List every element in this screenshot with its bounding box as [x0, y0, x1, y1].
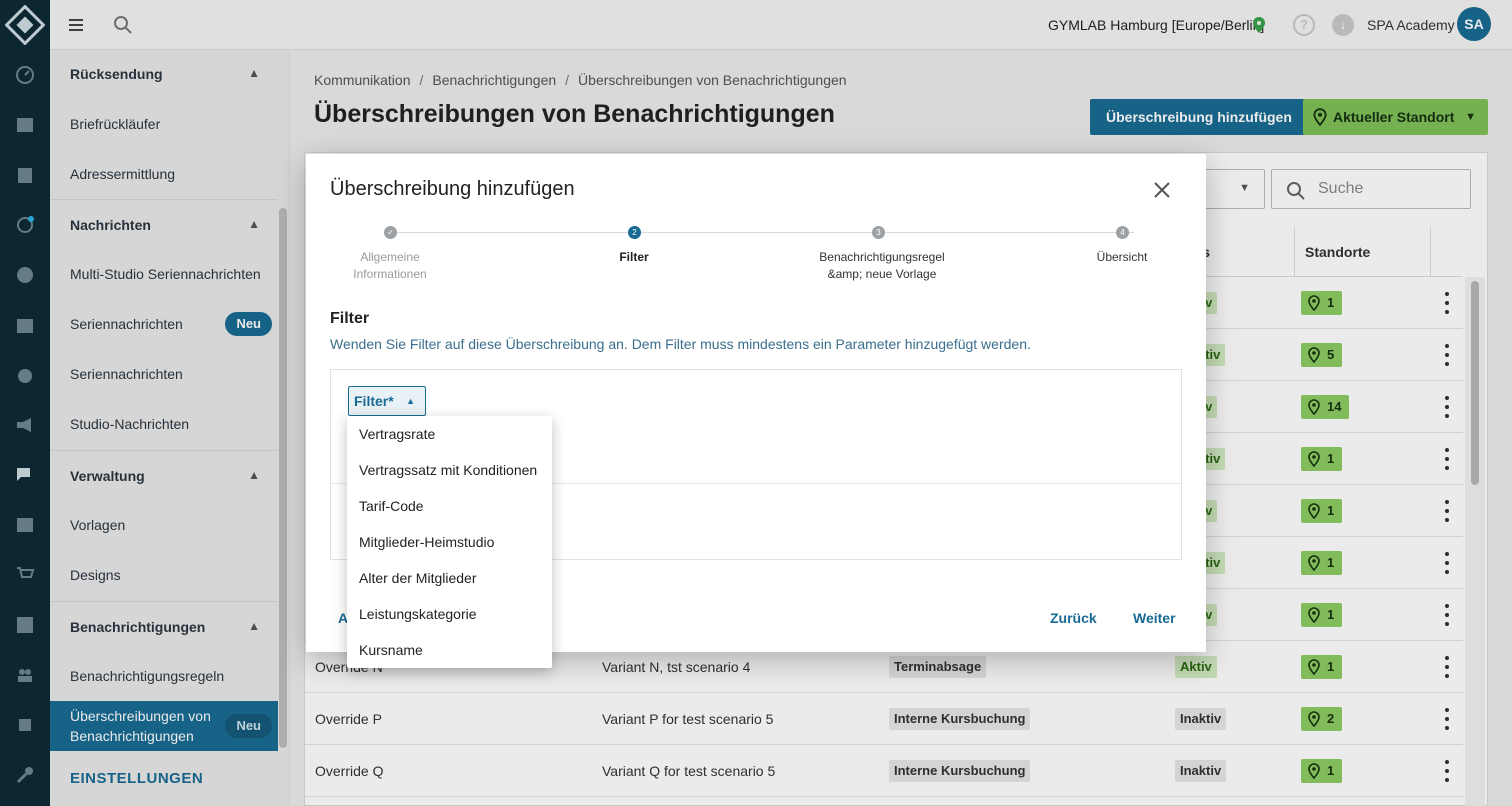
- menu-item-heimstudio[interactable]: Mitglieder-Heimstudio: [347, 524, 552, 560]
- step-2-dot: 2: [628, 226, 641, 239]
- stepper-line: [396, 232, 1134, 233]
- step-label-line: Informationen: [353, 267, 427, 281]
- filter-section-description: Wenden Sie Filter auf diese Überschreibu…: [330, 336, 1031, 352]
- close-icon[interactable]: [1150, 178, 1174, 202]
- step-label-line: Übersicht: [1096, 250, 1148, 264]
- step-4-dot: 4: [1116, 226, 1129, 239]
- next-button[interactable]: Weiter: [1133, 610, 1176, 626]
- menu-item-vertragsrate[interactable]: Vertragsrate: [347, 416, 552, 452]
- menu-item-tarif-code[interactable]: Tarif-Code: [347, 488, 552, 524]
- step-label-line: &amp; neue Vorlage: [827, 267, 937, 281]
- menu-item-vertragssatz[interactable]: Vertragssatz mit Konditionen: [347, 452, 552, 488]
- filter-button-label: Filter*: [354, 393, 394, 409]
- step-1-check-icon: ✓: [384, 226, 397, 239]
- back-button[interactable]: Zurück: [1050, 610, 1097, 626]
- step-label-line: Filter: [619, 250, 649, 264]
- step-3-label: Benachrichtigungsregel &amp; neue Vorlag…: [802, 249, 962, 283]
- step-4-label: Übersicht: [1042, 249, 1202, 266]
- step-2-label: Filter: [554, 249, 714, 266]
- step-3-dot: 3: [872, 226, 885, 239]
- step-label-line: Benachrichtigungsregel: [819, 250, 945, 264]
- caret-up-icon: ▲: [406, 396, 415, 406]
- step-1-label: Allgemeine Informationen: [310, 249, 470, 283]
- filter-options-menu: Vertragsrate Vertragssatz mit Konditione…: [347, 416, 552, 668]
- dialog-title: Überschreibung hinzufügen: [330, 178, 575, 200]
- filter-section-title: Filter: [330, 310, 370, 327]
- menu-item-kursname[interactable]: Kursname: [347, 632, 552, 668]
- menu-item-alter[interactable]: Alter der Mitglieder: [347, 560, 552, 596]
- step-label-line: Allgemeine: [360, 250, 420, 264]
- menu-item-leistungskategorie[interactable]: Leistungskategorie: [347, 596, 552, 632]
- filter-dropdown-button[interactable]: Filter* ▲: [348, 386, 426, 416]
